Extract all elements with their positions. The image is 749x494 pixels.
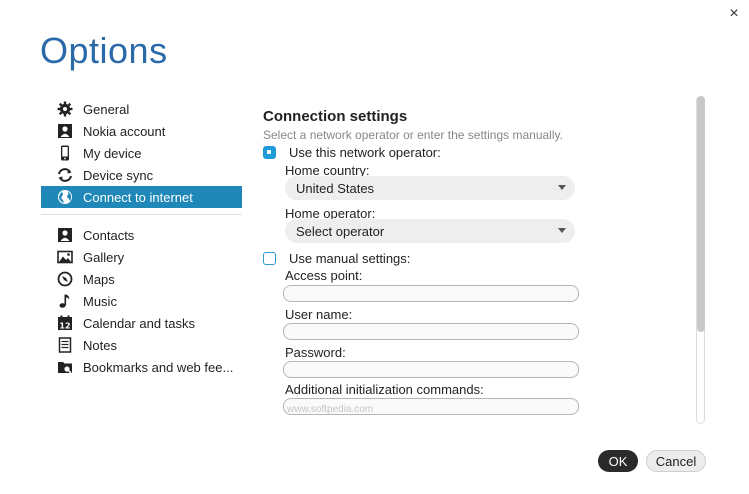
sidebar-item-notes[interactable]: Notes <box>41 334 242 356</box>
sidebar-item-device-sync[interactable]: Device sync <box>41 164 242 186</box>
sync-icon <box>56 166 74 184</box>
home-operator-select[interactable]: Select operator <box>285 219 575 243</box>
sidebar-item-label: Gallery <box>83 249 125 265</box>
globe-icon <box>56 188 74 206</box>
home-operator-value: Select operator <box>296 223 385 239</box>
compass-icon <box>56 270 74 288</box>
sidebar-divider <box>41 214 242 215</box>
sidebar-item-label: Device sync <box>83 167 154 183</box>
home-country-select[interactable]: United States <box>285 176 575 200</box>
sidebar-item-label: Nokia account <box>83 123 166 139</box>
use-network-operator-checkbox[interactable] <box>263 146 276 159</box>
sidebar-item-label: Calendar and tasks <box>83 315 196 331</box>
sidebar-item-music[interactable]: Music <box>41 290 242 312</box>
sidebar-item-label: Notes <box>83 337 117 353</box>
user-name-input[interactable] <box>283 323 579 340</box>
sidebar-item-nokia-account[interactable]: Nokia account <box>41 120 242 142</box>
chevron-down-icon <box>558 228 566 233</box>
use-network-operator-label: Use this network operator: <box>289 145 441 160</box>
chevron-down-icon <box>558 185 566 190</box>
phone-icon <box>56 144 74 162</box>
use-manual-settings-label: Use manual settings: <box>289 251 411 266</box>
use-manual-settings-checkbox[interactable] <box>263 252 276 265</box>
section-heading: Connection settings <box>263 108 408 125</box>
scrollbar-thumb[interactable] <box>697 96 705 332</box>
close-button[interactable]: × <box>724 4 744 24</box>
init-commands-label: Additional initialization commands: <box>285 382 484 397</box>
notes-icon <box>56 336 74 354</box>
close-icon[interactable]: × <box>729 5 738 22</box>
password-input[interactable] <box>283 361 579 378</box>
sidebar-item-general[interactable]: General <box>41 98 242 120</box>
connection-settings-panel: Connection settings Select a network ope… <box>263 108 693 142</box>
svg-text:12: 12 <box>59 322 70 331</box>
sidebar-item-label: Music <box>83 293 117 309</box>
access-point-label: Access point: <box>285 268 363 283</box>
sidebar: General Nokia account My device Device s… <box>41 98 242 378</box>
gallery-icon <box>56 248 74 266</box>
bookmark-folder-icon <box>56 358 74 376</box>
page-title: Options <box>40 30 168 71</box>
music-note-icon <box>56 292 74 310</box>
watermark: www.softpedia.com <box>287 404 374 415</box>
access-point-input[interactable] <box>283 285 579 302</box>
sidebar-item-label: Contacts <box>83 227 135 243</box>
sidebar-item-bookmarks[interactable]: Bookmarks and web fee... <box>41 356 242 378</box>
gear-icon <box>56 100 74 118</box>
contacts-icon <box>56 226 74 244</box>
password-label: Password: <box>285 345 346 360</box>
sidebar-item-label: My device <box>83 145 142 161</box>
sidebar-item-label: Maps <box>83 271 115 287</box>
user-name-label: User name: <box>285 307 353 322</box>
sidebar-item-contacts[interactable]: Contacts <box>41 224 242 246</box>
sidebar-item-label: Bookmarks and web fee... <box>83 359 234 375</box>
home-country-value: United States <box>296 180 375 196</box>
cancel-button[interactable]: Cancel <box>646 450 706 472</box>
sidebar-item-calendar-and-tasks[interactable]: 12 Calendar and tasks <box>41 312 242 334</box>
person-icon <box>56 122 74 140</box>
sidebar-item-gallery[interactable]: Gallery <box>41 246 242 268</box>
sidebar-item-my-device[interactable]: My device <box>41 142 242 164</box>
ok-button[interactable]: OK <box>598 450 638 472</box>
use-manual-settings-option[interactable]: Use manual settings: <box>263 251 410 266</box>
sidebar-item-label: Connect to internet <box>83 189 193 205</box>
section-subtitle: Select a network operator or enter the s… <box>263 128 563 142</box>
sidebar-item-maps[interactable]: Maps <box>41 268 242 290</box>
use-network-operator-option[interactable]: Use this network operator: <box>263 145 441 160</box>
sidebar-item-connect-to-internet[interactable]: Connect to internet <box>41 186 242 208</box>
sidebar-item-label: General <box>83 101 130 117</box>
calendar-icon: 12 <box>56 314 74 332</box>
